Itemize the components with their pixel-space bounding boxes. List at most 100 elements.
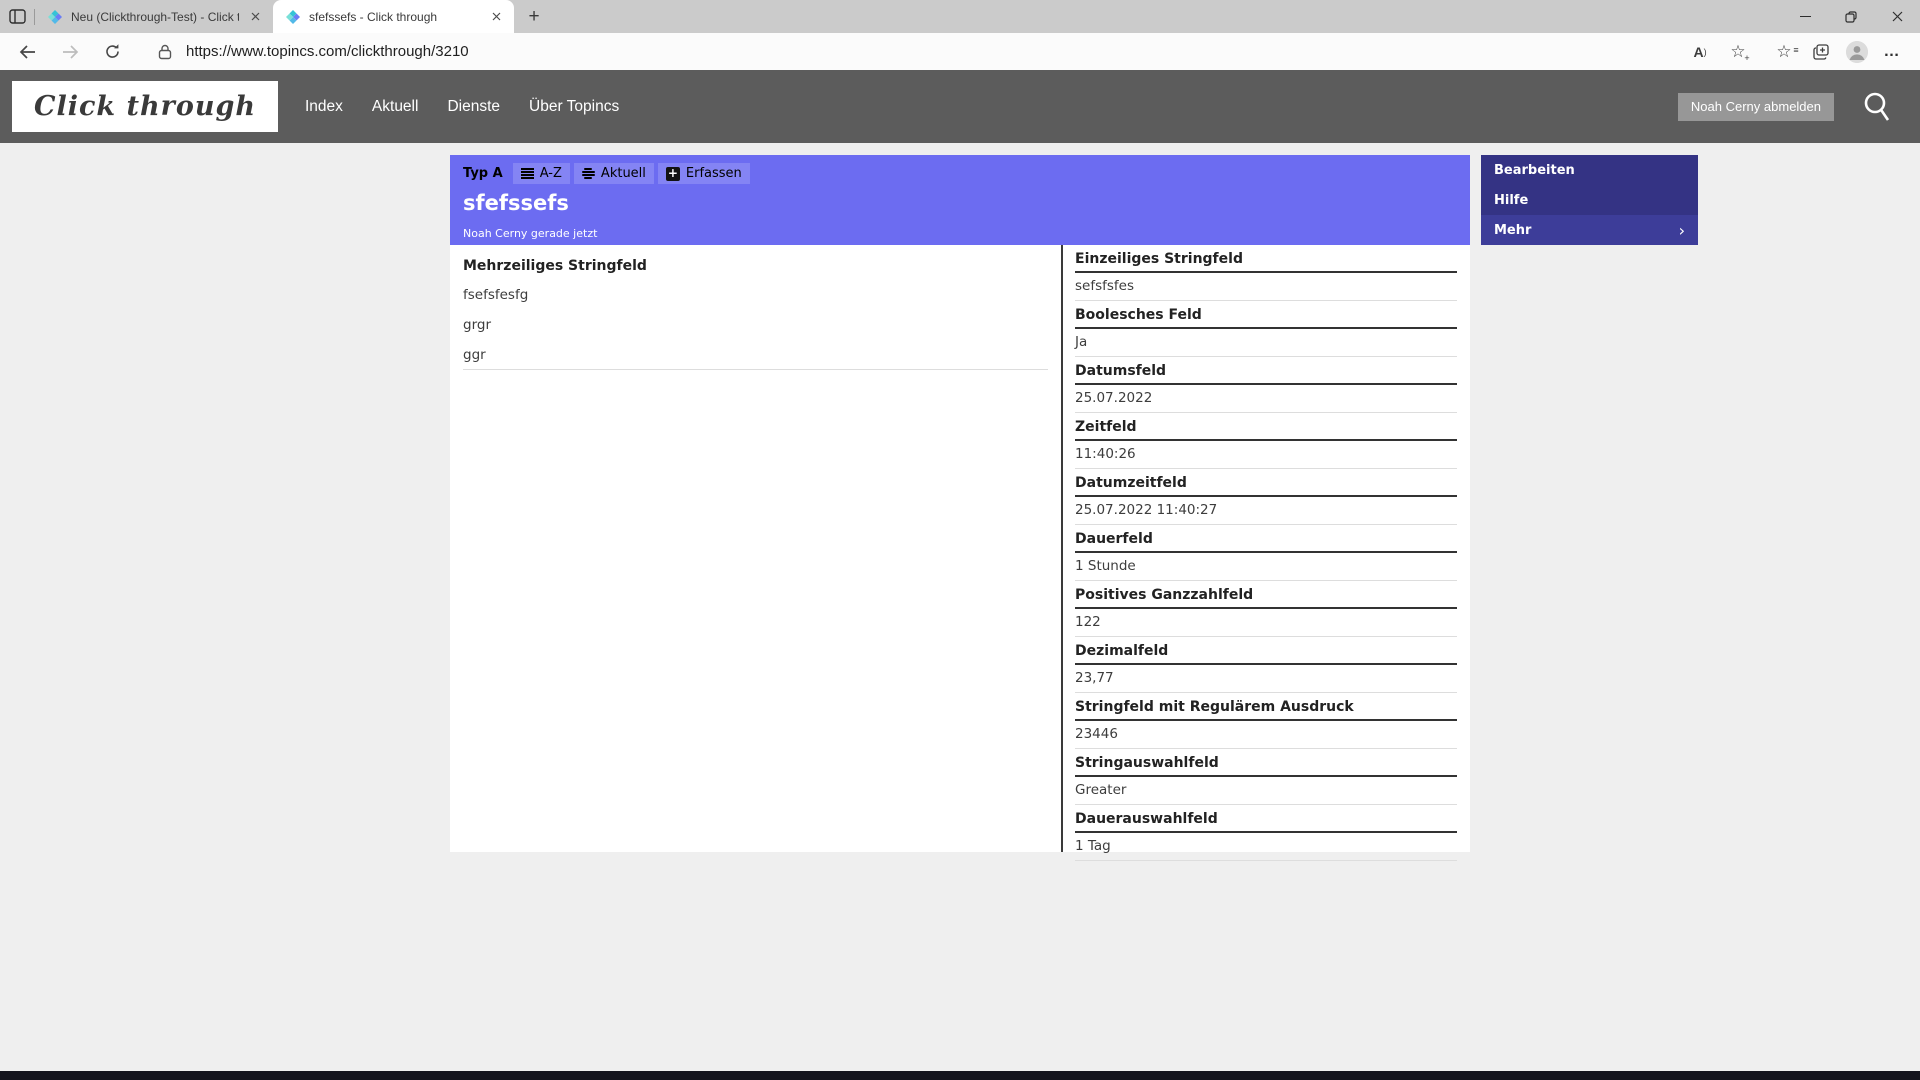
- restore-icon: [1845, 10, 1857, 23]
- field-label: Zeitfeld: [1075, 413, 1457, 441]
- back-icon: [19, 44, 35, 59]
- window-close-button[interactable]: [1874, 0, 1920, 33]
- read-aloud-icon: A: [1693, 43, 1704, 60]
- plus-icon: +: [528, 6, 540, 27]
- field-label: Mehrzeiliges Stringfeld: [463, 258, 647, 274]
- tab-actions-button[interactable]: [0, 0, 34, 33]
- field-row: Zeitfeld 11:40:26: [1075, 413, 1457, 469]
- field-label: Dauerauswahlfeld: [1075, 805, 1457, 833]
- field-label: Dauerfeld: [1075, 525, 1457, 553]
- az-button[interactable]: A-Z: [512, 163, 570, 184]
- chevron-right-icon: ›: [1678, 220, 1685, 240]
- address-bar-actions: A) ☆ + ☆ ≡ …: [1686, 39, 1906, 65]
- field-value: Greater: [1075, 777, 1457, 805]
- menu-item-hilfe[interactable]: Hilfe: [1481, 185, 1698, 215]
- field-row: Dezimalfeld 23,77: [1075, 637, 1457, 693]
- field-row: Datumsfeld 25.07.2022: [1075, 357, 1457, 413]
- topic-content: Mehrzeiliges Stringfeld fsefsfesfg grgr …: [450, 245, 1470, 861]
- field-value: 23446: [1075, 721, 1457, 749]
- site-logo[interactable]: Click through: [12, 81, 278, 132]
- site-header: Click through Index Aktuell Dienste Über…: [0, 70, 1920, 143]
- nav-link-aktuell[interactable]: Aktuell: [372, 98, 419, 116]
- field-label: Dezimalfeld: [1075, 637, 1457, 665]
- menu-item-bearbeiten[interactable]: Bearbeiten: [1481, 155, 1698, 185]
- url-text[interactable]: https://www.topincs.com/clickthrough/321…: [186, 43, 469, 60]
- site-search-button[interactable]: [1858, 89, 1894, 125]
- erfassen-button[interactable]: + Erfassen: [657, 163, 750, 184]
- search-icon: [1864, 92, 1890, 121]
- refresh-button[interactable]: [98, 38, 126, 66]
- browser-tab-bar: Neu (Clickthrough-Test) - Click th sfefs…: [0, 0, 1920, 33]
- field-label: Boolesches Feld: [1075, 301, 1457, 329]
- field-value: grgr: [463, 317, 492, 333]
- field-row: Stringfeld mit Regulärem Ausdruck 23446: [1075, 693, 1457, 749]
- field-row: Dauerfeld 1 Stunde: [1075, 525, 1457, 581]
- browser-address-bar: https://www.topincs.com/clickthrough/321…: [0, 33, 1920, 70]
- window-minimize-button[interactable]: [1782, 0, 1828, 33]
- topic-toolbar: Typ A A-Z Aktuell + Erfassen: [463, 163, 1457, 184]
- tab-close-icon[interactable]: [488, 9, 504, 25]
- field-value: 23,77: [1075, 665, 1457, 693]
- menu-item-mehr[interactable]: Mehr ›: [1481, 215, 1698, 245]
- field-value: 25.07.2022 11:40:27: [1075, 497, 1457, 525]
- aktuell-button[interactable]: Aktuell: [573, 163, 654, 184]
- browser-tab-inactive[interactable]: Neu (Clickthrough-Test) - Click th: [35, 0, 273, 33]
- read-aloud-wave-icon: ): [1703, 46, 1707, 57]
- field-value: 1 Stunde: [1075, 553, 1457, 581]
- browser-tab-active[interactable]: sfefssefs - Click through: [273, 0, 514, 33]
- window-controls: [1782, 0, 1920, 33]
- page-title: sfefssefs: [463, 191, 569, 215]
- multiline-field-column: Mehrzeiliges Stringfeld fsefsfesfg grgr …: [450, 245, 1061, 852]
- favorites-bar-button[interactable]: ☆ ≡: [1770, 39, 1798, 65]
- window-bottom-edge: [0, 1071, 1920, 1080]
- site-logo-text: Click through: [33, 91, 257, 122]
- window-restore-button[interactable]: [1828, 0, 1874, 33]
- plus-square-icon: +: [665, 165, 680, 181]
- field-label: Stringfeld mit Regulärem Ausdruck: [1075, 693, 1457, 721]
- minimize-icon: [1799, 16, 1811, 17]
- field-value: 122: [1075, 609, 1457, 637]
- settings-menu-button[interactable]: …: [1878, 39, 1906, 65]
- ellipsis-icon: …: [1883, 42, 1901, 60]
- field-row: Stringauswahlfeld Greater: [1075, 749, 1457, 805]
- field-value: ggr: [463, 347, 486, 363]
- field-value: sefsfsfes: [1075, 273, 1457, 301]
- back-button[interactable]: [14, 38, 42, 66]
- tab-title: sfefssefs - Click through: [309, 9, 438, 24]
- forward-icon: [63, 44, 79, 59]
- add-favorite-button[interactable]: ☆ +: [1724, 39, 1752, 65]
- logout-button[interactable]: Noah Cerny abmelden: [1677, 92, 1834, 121]
- topic-byline: Noah Cerny gerade jetzt: [463, 227, 598, 240]
- field-row: Datumzeitfeld 25.07.2022 11:40:27: [1075, 469, 1457, 525]
- action-menu: Bearbeiten Hilfe Mehr ›: [1481, 155, 1698, 245]
- avatar-icon: [1846, 40, 1868, 63]
- field-value: fsefsfesfg: [463, 287, 529, 303]
- nav-link-dienste[interactable]: Dienste: [447, 98, 500, 116]
- multiline-values: fsefsfesfg grgr ggr: [463, 287, 1048, 370]
- field-label: Datumsfeld: [1075, 357, 1457, 385]
- profile-button[interactable]: [1846, 40, 1868, 63]
- forward-button[interactable]: [56, 38, 84, 66]
- site-favicon-icon: [48, 9, 62, 24]
- url-field[interactable]: https://www.topincs.com/clickthrough/321…: [158, 43, 1686, 60]
- site-nav: Index Aktuell Dienste Über Topincs: [305, 98, 619, 116]
- topic-header-panel: Typ A A-Z Aktuell + Erfassen sfefssefs N…: [450, 155, 1470, 245]
- nav-link-ueber-topincs[interactable]: Über Topincs: [529, 98, 619, 116]
- close-icon: [1892, 11, 1902, 22]
- favorites-icon: ☆ ≡: [1776, 42, 1798, 61]
- nav-link-index[interactable]: Index: [305, 98, 343, 116]
- topic-type-label: Typ A: [463, 166, 503, 181]
- collections-button[interactable]: [1808, 39, 1836, 65]
- field-row: Dauerauswahlfeld 1 Tag: [1075, 805, 1457, 861]
- tab-close-icon[interactable]: [247, 9, 263, 25]
- field-value: 25.07.2022: [1075, 385, 1457, 413]
- field-label: Einzeiliges Stringfeld: [1075, 245, 1457, 273]
- new-tab-button[interactable]: +: [520, 3, 548, 31]
- column-divider: [1061, 245, 1063, 852]
- field-row: Boolesches Feld Ja: [1075, 301, 1457, 357]
- field-value: Ja: [1075, 329, 1457, 357]
- read-aloud-button[interactable]: A): [1686, 39, 1714, 65]
- star-plus-icon: ☆ +: [1730, 42, 1750, 63]
- tab-title: Neu (Clickthrough-Test) - Click th: [71, 9, 239, 24]
- lock-icon[interactable]: [158, 44, 172, 60]
